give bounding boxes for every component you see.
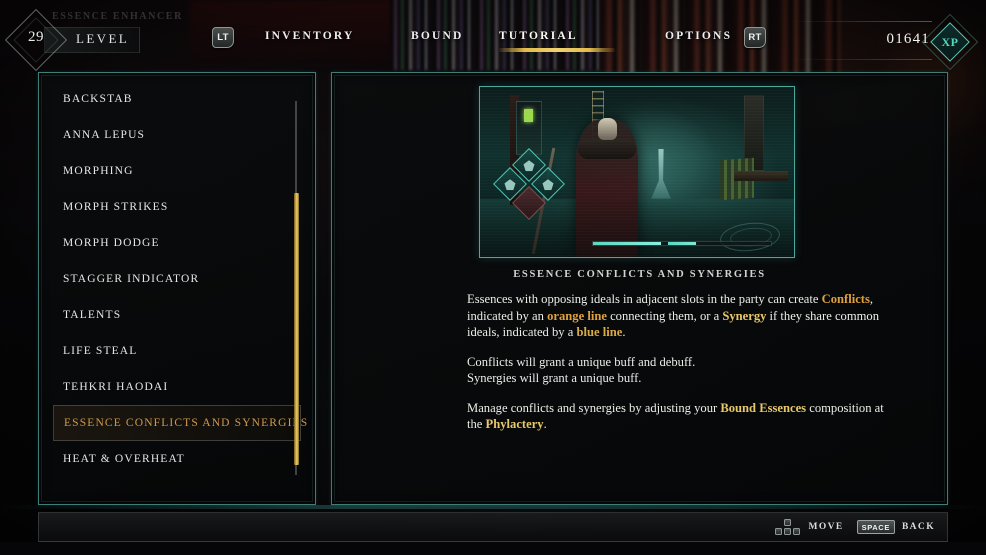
para1-run1: Essences with opposing ideals in adjacen… <box>467 292 822 306</box>
level-value: 29 <box>28 29 44 45</box>
tab-bound[interactable]: BOUND <box>411 30 464 42</box>
list-item-anna-lepus[interactable]: ANNA LEPUS <box>53 117 301 153</box>
list-item-backstab[interactable]: BACKSTAB <box>53 81 301 117</box>
xp-value: 01641 <box>886 31 930 47</box>
footer-glow-line <box>0 505 986 509</box>
hint-back-label: BACK <box>901 522 935 532</box>
list-item-heat-and-overheat[interactable]: HEAT & OVERHEAT <box>53 441 301 477</box>
tab-tutorial[interactable]: TUTORIAL <box>499 30 578 42</box>
list-item-stagger-indicator[interactable]: STAGGER INDICATOR <box>53 261 301 297</box>
list-item-morph-dodge[interactable]: MORPH DODGE <box>53 225 301 261</box>
screenshot-scanlines <box>480 87 794 257</box>
arrow-keys-icon <box>775 518 801 536</box>
list-item-morphing[interactable]: MORPHING <box>53 153 301 189</box>
hint-move[interactable]: MOVE <box>775 518 844 536</box>
xp-line-bottom <box>792 59 932 60</box>
tab-options[interactable]: OPTIONS <box>665 30 732 42</box>
keyword-phylactery: Phylactery <box>485 417 544 431</box>
arrow-right-key-icon <box>793 527 801 535</box>
hint-back[interactable]: SPACE BACK <box>856 520 935 534</box>
level-label: LEVEL <box>76 31 130 46</box>
para2-line2: Synergies will grant a unique buff. <box>467 371 642 385</box>
header-bar: ESSENCE ENHANCER 29 LEVEL LT RT INVENTOR… <box>0 0 986 72</box>
para3-run1: Manage conflicts and synergies by adjust… <box>467 400 721 415</box>
list-item-morph-strikes[interactable]: MORPH STRIKES <box>53 189 301 225</box>
footer-hint-bar: MOVE SPACE BACK <box>38 512 948 542</box>
hint-move-label: MOVE <box>808 522 844 532</box>
xp-line-top <box>792 21 932 22</box>
arrow-up-key-icon <box>784 518 792 526</box>
content-paragraph-1: Essences with opposing ideals in adjacen… <box>467 291 887 341</box>
tab-inventory[interactable]: INVENTORY <box>265 30 354 42</box>
xp-badge-label: XP <box>941 35 959 49</box>
control-hints: MOVE SPACE BACK <box>775 513 935 541</box>
tutorial-list-panel: BACKSTAB ANNA LEPUS MORPHING MORPH STRIK… <box>38 72 316 505</box>
list-item-essence-conflicts-and-synergies[interactable]: ESSENCE CONFLICTS AND SYNERGIES <box>53 405 307 441</box>
keyword-synergy: Synergy <box>722 308 767 323</box>
game-menu-screen: ESSENCE ENHANCER 29 LEVEL LT RT INVENTOR… <box>0 0 986 555</box>
content-body: Essences with opposing ideals in adjacen… <box>467 291 887 433</box>
list-item-talents[interactable]: TALENTS <box>53 297 301 333</box>
tutorial-screenshot <box>479 86 795 258</box>
game-title: ESSENCE ENHANCER <box>52 11 183 22</box>
content-title: ESSENCE CONFLICTS AND SYNERGIES <box>513 269 766 280</box>
arrow-left-key-icon <box>775 527 783 535</box>
tutorial-list[interactable]: BACKSTAB ANNA LEPUS MORPHING MORPH STRIK… <box>39 81 315 496</box>
list-item-tehkri-haodai[interactable]: TEHKRI HAODAI <box>53 369 301 405</box>
para3-run5: . <box>543 417 547 431</box>
para1-run5: connecting them, or a <box>606 308 723 323</box>
space-key-icon: SPACE <box>856 520 895 534</box>
list-item-life-steal[interactable]: LIFE STEAL <box>53 333 301 369</box>
tab-tutorial-underline <box>499 48 615 52</box>
list-scrollbar-thumb[interactable] <box>293 193 299 465</box>
content-paragraph-3: Manage conflicts and synergies by adjust… <box>467 400 887 433</box>
keyword-orange-line: orange line <box>547 308 607 323</box>
xp-display: 01641 XP <box>792 13 979 71</box>
para1-run9: . <box>622 325 626 339</box>
keyword-blue-line: blue line <box>576 325 623 339</box>
content-paragraph-2: Conflicts will grant a unique buff and d… <box>467 354 887 387</box>
para2-line1: Conflicts will grant a unique buff and d… <box>467 354 696 369</box>
keyword-bound-essences: Bound Essences <box>720 400 807 415</box>
keyword-conflicts: Conflicts <box>821 292 870 306</box>
tutorial-content-panel: ESSENCE CONFLICTS AND SYNERGIES Essences… <box>331 72 948 505</box>
nav-tabs: INVENTORY BOUND TUTORIAL OPTIONS <box>200 24 780 58</box>
arrow-down-key-icon <box>784 527 792 535</box>
bottom-filler <box>0 542 986 555</box>
